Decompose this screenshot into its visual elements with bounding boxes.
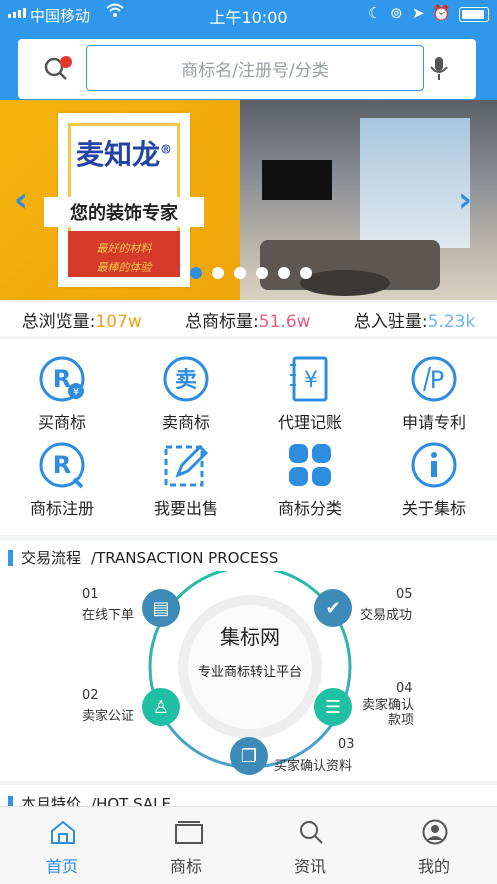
location-icon: ➤ <box>412 4 425 22</box>
grid-label: 商标分类 <box>277 499 342 518</box>
banner-brand: 麦知龙® <box>75 138 172 171</box>
grid-about[interactable]: 关于集标 <box>372 433 496 523</box>
alarm-icon: ⏰ <box>432 4 451 22</box>
banner-dot[interactable] <box>300 267 312 279</box>
banner-tv <box>262 160 332 200</box>
home-icon <box>50 819 76 845</box>
grid-label: 卖商标 <box>161 413 210 432</box>
stat-marks: 总商标量:51.6w <box>185 312 311 332</box>
documents-icon: ❐ <box>230 737 268 775</box>
grid-label: 商标注册 <box>29 499 94 518</box>
profile-icon <box>422 819 448 845</box>
banner-dot[interactable] <box>256 267 268 279</box>
money-icon: ☰ <box>314 688 352 726</box>
search-input[interactable]: 商标名/注册号/分类 <box>86 45 424 91</box>
step-num: 03 <box>338 737 355 752</box>
grid-patent[interactable]: P 申请专利 <box>372 347 496 437</box>
banner-next-icon[interactable]: › <box>458 180 472 220</box>
banner-dot[interactable] <box>190 267 202 279</box>
svg-text:P: P <box>430 366 444 394</box>
svg-text:¥: ¥ <box>73 387 79 398</box>
process-center-sub: 专业商标转让平台 <box>197 665 302 680</box>
sell-trademark-icon: 卖 <box>162 355 210 403</box>
svg-text:¥: ¥ <box>304 368 318 393</box>
banner-sub2: 最棒的体验 <box>96 261 152 274</box>
stamp-icon: ♙ <box>142 688 180 726</box>
svg-text:R: R <box>53 451 71 479</box>
service-grid: R ¥ 买商标 卖 卖商标 ¥ 代理记账 P 申请专利 R 商标注册 我要出售 商… <box>0 339 497 535</box>
buy-trademark-icon: R ¥ <box>38 355 86 403</box>
step-num: 05 <box>396 587 413 602</box>
tab-label: 我的 <box>417 857 450 876</box>
tab-bar: 首页 商标 资讯 我的 <box>0 806 497 884</box>
bookkeeping-icon: ¥ <box>286 355 334 403</box>
process-header: 交易流程/TRANSACTION PROCESS <box>8 547 278 568</box>
tab-label: 首页 <box>45 857 78 876</box>
step-label: 买家确认资料 <box>274 759 353 774</box>
step-label: 卖家确认款项 <box>361 698 414 728</box>
edit-sell-icon <box>162 441 210 489</box>
search-icon[interactable] <box>42 53 72 87</box>
tab-profile[interactable]: 我的 <box>372 807 496 884</box>
banner-slogan: 您的装饰专家 <box>44 197 204 227</box>
grid-label: 我要出售 <box>153 499 218 518</box>
banner-brand-card: 麦知龙® 您的装饰专家 最好的材料 最棒的体验 <box>44 113 204 287</box>
patent-icon: P <box>410 355 458 403</box>
grid-label: 代理记账 <box>277 413 342 432</box>
step-num: 04 <box>396 681 413 696</box>
news-search-icon <box>298 819 324 845</box>
svg-text:卖: 卖 <box>175 367 197 393</box>
step-label: 在线下单 <box>82 608 135 623</box>
step-label: 卖家公证 <box>82 709 135 724</box>
grid-label: 申请专利 <box>401 413 466 432</box>
process-center-title: 集标网 <box>220 625 280 649</box>
grid-sell-trademark[interactable]: 卖 卖商标 <box>124 347 248 437</box>
tab-home[interactable]: 首页 <box>0 807 124 884</box>
order-icon: ▤ <box>142 589 180 627</box>
grid-label: 关于集标 <box>401 499 466 518</box>
grid-category[interactable]: 商标分类 <box>248 433 372 523</box>
banner-window <box>360 118 470 248</box>
banner-dot[interactable] <box>278 267 290 279</box>
moon-icon: ☾ <box>368 4 382 22</box>
stat-joined: 总入驻量:5.23k <box>353 312 476 332</box>
status-bar: 中国移动 上午10:00 ☾ ⊚ ➤ ⏰ <box>0 0 497 28</box>
grid-buy-trademark[interactable]: R ¥ 买商标 <box>0 347 124 437</box>
trademark-icon <box>174 819 203 845</box>
grid-register[interactable]: R 商标注册 <box>0 433 124 523</box>
banner-pagination <box>190 267 312 279</box>
promo-banner[interactable]: 麦知龙® 您的装饰专家 最好的材料 最棒的体验 ‹ › <box>0 100 497 300</box>
step-num: 01 <box>82 587 99 602</box>
banner-dot[interactable] <box>212 267 224 279</box>
hot-sale-header: 本月特价/HOT SALE <box>8 793 171 807</box>
banner-prev-icon[interactable]: ‹ <box>14 180 28 220</box>
tab-news[interactable]: 资讯 <box>248 807 372 884</box>
check-icon: ✔ <box>314 589 352 627</box>
banner-dot[interactable] <box>234 267 246 279</box>
step-label: 交易成功 <box>360 608 413 623</box>
search-bar: 商标名/注册号/分类 <box>18 39 476 99</box>
info-icon <box>410 441 458 489</box>
step-num: 02 <box>82 688 99 703</box>
microphone-icon[interactable] <box>428 55 450 87</box>
battery-icon <box>459 7 489 22</box>
banner-table <box>300 270 390 296</box>
tab-label: 商标 <box>169 857 202 876</box>
grid-bookkeeping[interactable]: ¥ 代理记账 <box>248 347 372 437</box>
transaction-process: 交易流程/TRANSACTION PROCESS 集标网 专业商标转让平台 ▤ … <box>0 541 497 781</box>
tab-label: 资讯 <box>293 857 326 876</box>
hot-sale-section: 本月特价/HOT SALE <box>0 785 497 807</box>
tab-trademark[interactable]: 商标 <box>124 807 248 884</box>
banner-sub1: 最好的材料 <box>96 242 152 255</box>
stats-bar: 总浏览量:107w 总商标量:51.6w 总入驻量:5.23k <box>0 303 497 336</box>
grid-label: 买商标 <box>37 413 86 432</box>
lock-rotation-icon: ⊚ <box>390 4 403 22</box>
grid-sell[interactable]: 我要出售 <box>124 433 248 523</box>
stat-views: 总浏览量:107w <box>21 312 142 332</box>
category-icon <box>286 441 334 489</box>
register-icon: R <box>38 441 86 489</box>
